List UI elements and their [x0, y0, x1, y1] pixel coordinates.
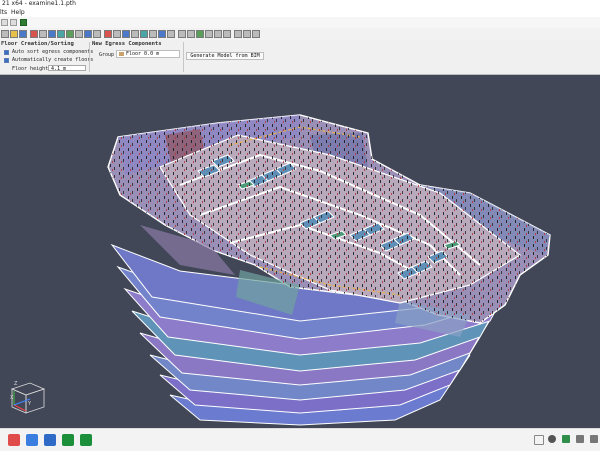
menu-bar: lts Help — [0, 8, 600, 17]
view-cube-y-label: Y — [28, 401, 32, 407]
new-egress-title: New Egress Components — [92, 41, 162, 47]
run-simulation-icon[interactable] — [66, 30, 74, 38]
layers-icon[interactable] — [93, 30, 101, 38]
stair-icon[interactable] — [140, 30, 148, 38]
grid-icon[interactable] — [113, 30, 121, 38]
open-icon[interactable] — [10, 30, 18, 38]
crosshair-icon[interactable] — [234, 30, 242, 38]
view-cube-x-label: X — [10, 395, 14, 401]
taskbar — [0, 428, 600, 451]
save-icon[interactable] — [19, 30, 27, 38]
auto-create-label: Automatically create floors — [12, 57, 94, 63]
results-icon[interactable] — [75, 30, 83, 38]
browser-app-icon[interactable] — [44, 434, 56, 446]
wall-icon[interactable] — [122, 30, 130, 38]
pathfinder-results-icon[interactable] — [80, 434, 92, 446]
floor-creation-title: Floor Creation/Sorting — [1, 41, 74, 47]
title-bar: 21 x64 - examine1.1.pth — [0, 0, 600, 8]
door-icon[interactable] — [131, 30, 139, 38]
zoom-icon[interactable] — [214, 30, 222, 38]
auto-sort-label: Auto sort egress components — [12, 49, 94, 55]
wifi-icon[interactable] — [590, 435, 598, 443]
floor-icon[interactable] — [84, 30, 92, 38]
group-select-value: Floor 0.0 m — [126, 51, 160, 57]
ribbon-panel: Floor Creation/Sorting Auto sort egress … — [0, 40, 600, 75]
occupant-icon[interactable] — [149, 30, 157, 38]
new-icon[interactable] — [1, 30, 9, 38]
view-icon[interactable] — [57, 30, 65, 38]
keyboard-icon[interactable] — [534, 435, 544, 445]
pathfinder-app-icon[interactable] — [62, 434, 74, 446]
save-icon[interactable] — [1, 19, 8, 26]
music-app-icon[interactable] — [8, 434, 20, 446]
floor-icon — [119, 51, 124, 56]
zoom-fit-icon[interactable] — [223, 30, 231, 38]
exit-icon[interactable] — [158, 30, 166, 38]
snap-icon[interactable] — [252, 30, 260, 38]
ribbon-divider — [183, 42, 184, 72]
building-model[interactable] — [0, 75, 600, 428]
undo-icon[interactable] — [10, 19, 17, 26]
menu-item-results[interactable]: lts — [0, 8, 7, 17]
measure-icon[interactable] — [167, 30, 175, 38]
mic-icon[interactable] — [562, 435, 570, 443]
group-select[interactable]: Floor 0.0 m — [116, 50, 180, 58]
run-icon[interactable] — [20, 19, 27, 26]
render-icon[interactable] — [48, 30, 56, 38]
network-icon[interactable] — [548, 435, 556, 443]
group-label: Group — [99, 52, 115, 58]
floor-height-label: Floor height — [12, 66, 49, 72]
volume-icon[interactable] — [576, 435, 584, 443]
auto-create-checkbox[interactable] — [4, 58, 9, 63]
generate-model-button[interactable]: Generate Model from BIM — [186, 52, 264, 60]
floor-height-input[interactable]: 4.1 m — [48, 65, 86, 72]
rotate-icon[interactable] — [205, 30, 213, 38]
menu-item-help[interactable]: Help — [11, 8, 25, 17]
export-icon[interactable] — [39, 30, 47, 38]
snap-grid-icon[interactable] — [243, 30, 251, 38]
target-icon[interactable] — [104, 30, 112, 38]
view-cube-z-label: Z — [14, 381, 18, 387]
files-app-icon[interactable] — [26, 434, 38, 446]
pointer-icon[interactable] — [178, 30, 186, 38]
auto-sort-checkbox[interactable] — [4, 50, 9, 55]
ribbon-divider — [89, 42, 90, 72]
move-icon[interactable] — [187, 30, 195, 38]
model-viewport[interactable]: X Y Z — [0, 75, 600, 428]
walk-icon[interactable] — [196, 30, 204, 38]
import-icon[interactable] — [30, 30, 38, 38]
quick-access-toolbar — [0, 17, 600, 28]
window-title: 21 x64 - examine1.1.pth — [2, 0, 76, 7]
